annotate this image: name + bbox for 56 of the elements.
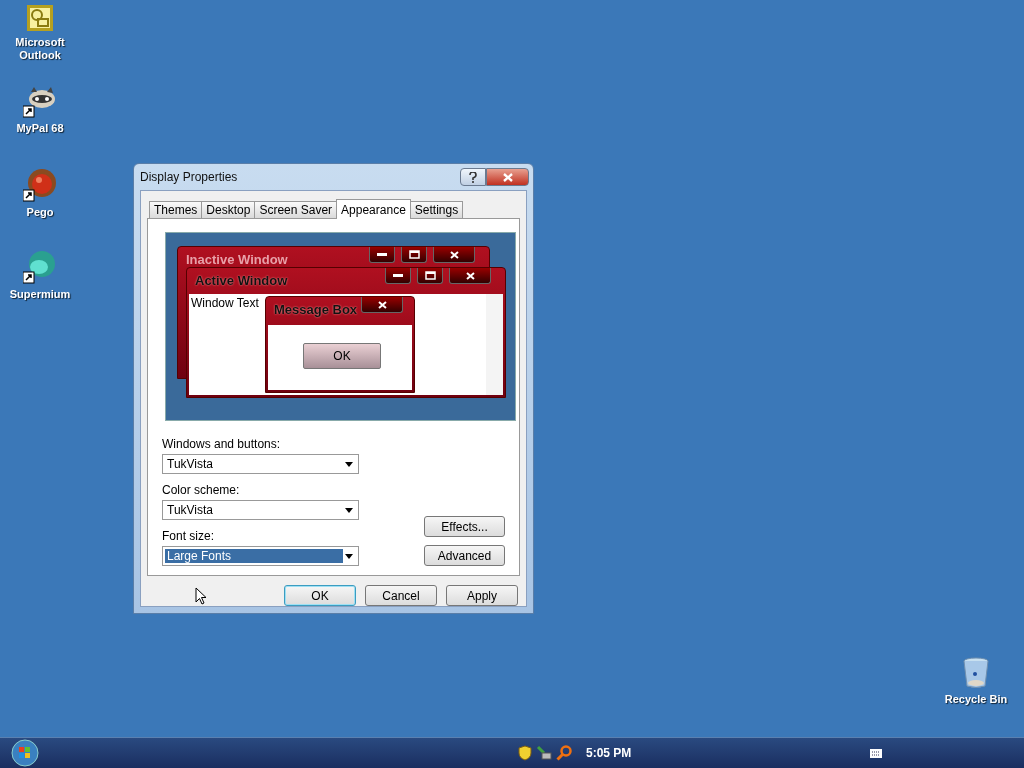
tab[interactable]: Appearance	[336, 199, 411, 219]
start-orb-icon[interactable]	[11, 739, 39, 767]
ok-button[interactable]: OK	[303, 343, 381, 369]
message-box-title: Message Box	[274, 302, 358, 317]
magnifier-icon[interactable]	[556, 745, 572, 761]
maximize-icon	[401, 247, 427, 263]
desktop-icon-label[interactable]: Pego	[26, 206, 54, 219]
tab[interactable]: Screen Saver	[254, 201, 338, 218]
clock[interactable]: 5:05 PM	[586, 746, 632, 760]
mail-clock-icon	[26, 4, 54, 32]
close-icon	[361, 297, 403, 313]
side-button[interactable]: Effects...	[424, 516, 505, 537]
desktop-icon-label[interactable]: Supermium	[9, 288, 71, 301]
globe-icon	[23, 250, 57, 284]
dropdown-arrow-icon	[345, 507, 353, 513]
close-icon	[449, 268, 491, 284]
recycle-bin-icon	[963, 657, 989, 689]
dropdown-value: Large Fonts	[165, 549, 343, 563]
tab[interactable]: Themes	[149, 201, 203, 218]
dropdown[interactable]: TukVista	[162, 500, 359, 520]
raccoon-icon	[23, 86, 57, 118]
desktop-icon-label[interactable]: MyPal 68	[16, 122, 64, 135]
keyboard-icon[interactable]	[870, 749, 882, 758]
field-label: Windows and buttons:	[162, 437, 282, 451]
dialog-button[interactable]: OK	[284, 585, 356, 606]
ball-icon	[23, 168, 57, 202]
close-icon	[502, 172, 513, 182]
minimize-icon	[385, 268, 411, 284]
tab[interactable]: Desktop	[201, 201, 256, 218]
field-label: Font size:	[162, 529, 216, 543]
side-button[interactable]: Advanced	[424, 545, 505, 566]
pointer-icon	[195, 587, 207, 605]
window-text: Window Text	[191, 296, 259, 310]
dropdown-arrow-icon	[345, 461, 353, 467]
dropdown-arrow-icon	[345, 553, 353, 559]
dialog-button[interactable]: Apply	[446, 585, 518, 606]
help-icon	[469, 171, 477, 183]
tab[interactable]: Settings	[409, 201, 464, 218]
minimize-icon	[369, 247, 395, 263]
network-icon[interactable]	[536, 745, 552, 761]
window-title: Display Properties	[140, 170, 238, 184]
desktop-icon-label[interactable]: Microsoft Outlook	[15, 36, 65, 62]
dialog-button[interactable]: Cancel	[365, 585, 437, 606]
maximize-icon	[417, 268, 443, 284]
inactive-window-title: Inactive Window	[186, 252, 288, 267]
close-button[interactable]	[486, 168, 529, 186]
close-icon	[433, 247, 475, 263]
dropdown[interactable]: Large Fonts	[162, 546, 359, 566]
dropdown-value: TukVista	[166, 457, 215, 471]
active-window-title: Active Window	[195, 273, 288, 288]
help-button[interactable]	[460, 168, 486, 186]
field-label: Color scheme:	[162, 483, 241, 497]
dropdown[interactable]: TukVista	[162, 454, 359, 474]
desktop-icon-label[interactable]: Recycle Bin	[944, 693, 1008, 706]
dropdown-value: TukVista	[166, 503, 215, 517]
shield-icon[interactable]	[518, 745, 532, 761]
